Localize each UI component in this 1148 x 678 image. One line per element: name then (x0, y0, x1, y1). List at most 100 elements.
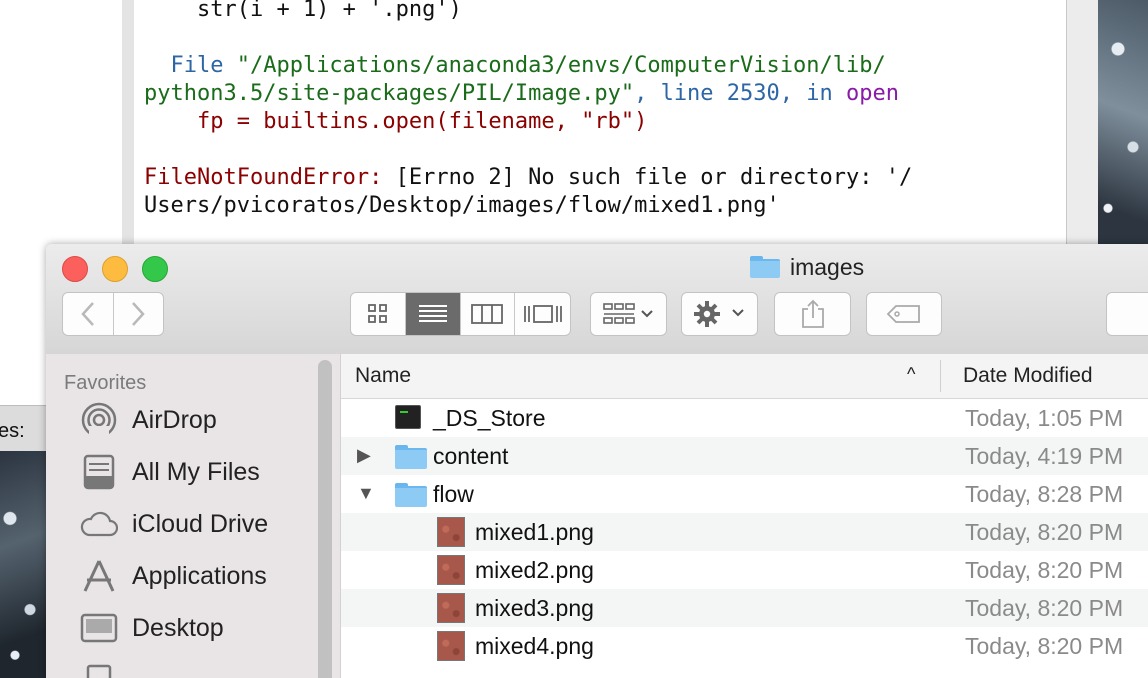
desktop-background (1098, 0, 1148, 245)
file-date-modified: Today, 8:20 PM (965, 633, 1124, 659)
file-row[interactable]: mixed1.png Today, 8:20 PM (341, 513, 1148, 551)
console-text: FileNotFoundError: (144, 165, 396, 190)
executable-file-icon (395, 405, 421, 429)
close-button[interactable] (62, 256, 88, 282)
file-row[interactable]: mixed4.png Today, 8:20 PM (341, 627, 1148, 665)
documents-icon (80, 661, 118, 678)
icloud-icon (80, 505, 118, 543)
desktop-icon (80, 609, 118, 647)
console-output[interactable]: str(i + 1) + '.png') File "/Applications… (134, 0, 1067, 245)
columns-icon (471, 304, 504, 324)
file-date-modified: Today, 8:20 PM (965, 519, 1124, 545)
tag-button[interactable] (866, 292, 942, 336)
disclosure-expanded-icon[interactable]: ▼ (357, 483, 375, 504)
column-header-name[interactable]: Name (355, 364, 411, 388)
folder-icon (395, 479, 427, 512)
grid-icon (367, 304, 387, 323)
sidebar-heading: Favorites (64, 372, 147, 394)
search-field[interactable] (1106, 292, 1148, 336)
file-row[interactable]: _DS_Store Today, 1:05 PM (341, 399, 1148, 437)
sidebar-item-icloud-drive[interactable]: iCloud Drive (80, 504, 268, 544)
file-row[interactable]: ▼ flow Today, 8:28 PM (341, 475, 1148, 513)
column-header-date-modified[interactable]: Date Modified (963, 364, 1093, 388)
file-name: mixed2.png (475, 557, 594, 583)
console-line: python3.5/site-packages/PIL/Image.py", l… (144, 80, 899, 108)
list-header: Name ^ Date Modified (341, 354, 1148, 399)
list-icon (418, 305, 447, 322)
console-text: str(i + 1) + '.png') (144, 0, 462, 22)
file-date-modified: Today, 8:20 PM (965, 557, 1124, 583)
desktop-background (0, 450, 50, 678)
finder-window[interactable]: images Favorites AirDrop All My Files iC… (46, 244, 1148, 678)
sidebar-item-airdrop[interactable]: AirDrop (80, 400, 217, 440)
file-date-modified: Today, 4:19 PM (965, 443, 1124, 469)
window-title-text: images (790, 253, 865, 280)
sort-ascending-icon: ^ (907, 364, 916, 384)
folder-icon (395, 441, 427, 474)
sidebar-item-all-my-files[interactable]: All My Files (80, 452, 260, 492)
tag-icon (886, 305, 920, 323)
sidebar-item-documents[interactable] (80, 660, 118, 678)
disclosure-collapsed-icon[interactable]: ▶ (357, 445, 371, 466)
sidebar-scrollbar[interactable] (318, 360, 332, 678)
image-thumbnail-icon (437, 517, 465, 547)
sidebar-item-applications[interactable]: Applications (80, 556, 267, 596)
ide-partial-label: es: (0, 420, 25, 442)
arrange-icon (602, 303, 653, 324)
console-line: fp = builtins.open(filename, "rb") (144, 108, 647, 136)
file-row[interactable]: ▶ content Today, 4:19 PM (341, 437, 1148, 475)
zoom-button[interactable] (142, 256, 168, 282)
file-row[interactable]: mixed2.png Today, 8:20 PM (341, 551, 1148, 589)
file-name: _DS_Store (433, 405, 546, 431)
navigation-group (62, 292, 164, 336)
back-button[interactable] (63, 293, 114, 335)
icon-view-button[interactable] (351, 293, 406, 335)
console-text: [Errno 2] No such file or directory: '/ (395, 165, 913, 190)
chevron-right-icon (132, 302, 145, 326)
console-line: File "/Applications/anaconda3/envs/Compu… (144, 52, 885, 80)
view-mode-group (350, 292, 571, 336)
console-line: str(i + 1) + '.png') (144, 0, 462, 24)
sidebar-item-label: All My Files (132, 457, 260, 486)
sidebar-item-label: iCloud Drive (132, 509, 269, 538)
chevron-left-icon (81, 302, 94, 326)
console-line: Users/pvicoratos/Desktop/images/flow/mix… (144, 192, 780, 220)
folder-icon (750, 256, 780, 278)
all-my-files-icon (80, 453, 118, 491)
file-date-modified: Today, 1:05 PM (965, 405, 1124, 431)
sidebar-item-label: AirDrop (132, 405, 217, 434)
image-thumbnail-icon (437, 555, 465, 585)
console-text: open (846, 81, 899, 106)
applications-icon (80, 557, 118, 595)
file-row[interactable]: mixed3.png Today, 8:20 PM (341, 589, 1148, 627)
column-divider[interactable] (940, 360, 941, 392)
file-list: Name ^ Date Modified _DS_Store Today, 1:0… (341, 354, 1148, 678)
console-text: , line 2530, in (634, 81, 846, 106)
file-name: mixed1.png (475, 519, 594, 545)
gear-icon (693, 301, 744, 327)
share-button[interactable] (774, 292, 851, 336)
finder-toolbar: images (46, 244, 1148, 355)
file-name: flow (433, 481, 474, 507)
column-view-button[interactable] (461, 293, 516, 335)
file-name: mixed3.png (475, 595, 594, 621)
list-view-button[interactable] (405, 293, 461, 335)
console-text: Users/pvicoratos/Desktop/images/flow/mix… (144, 193, 780, 218)
file-name: mixed4.png (475, 633, 594, 659)
cover-flow-button[interactable] (515, 293, 570, 335)
sidebar-item-label: Applications (132, 561, 267, 590)
sidebar-item-desktop[interactable]: Desktop (80, 608, 224, 648)
console-text: python3.5/site-packages/PIL/Image.py" (144, 81, 635, 106)
file-date-modified: Today, 8:20 PM (965, 595, 1124, 621)
console-line: FileNotFoundError: [Errno 2] No such fil… (144, 164, 912, 192)
console-text: fp = builtins.open(filename, "rb") (144, 109, 648, 134)
airdrop-icon (80, 401, 118, 439)
forward-button[interactable] (114, 293, 164, 335)
image-thumbnail-icon (437, 631, 465, 661)
minimize-button[interactable] (102, 256, 128, 282)
arrange-button[interactable] (590, 292, 667, 336)
window-title: images (750, 252, 864, 282)
action-button[interactable] (681, 292, 758, 336)
file-name: content (433, 443, 509, 469)
console-text: File (144, 53, 237, 78)
